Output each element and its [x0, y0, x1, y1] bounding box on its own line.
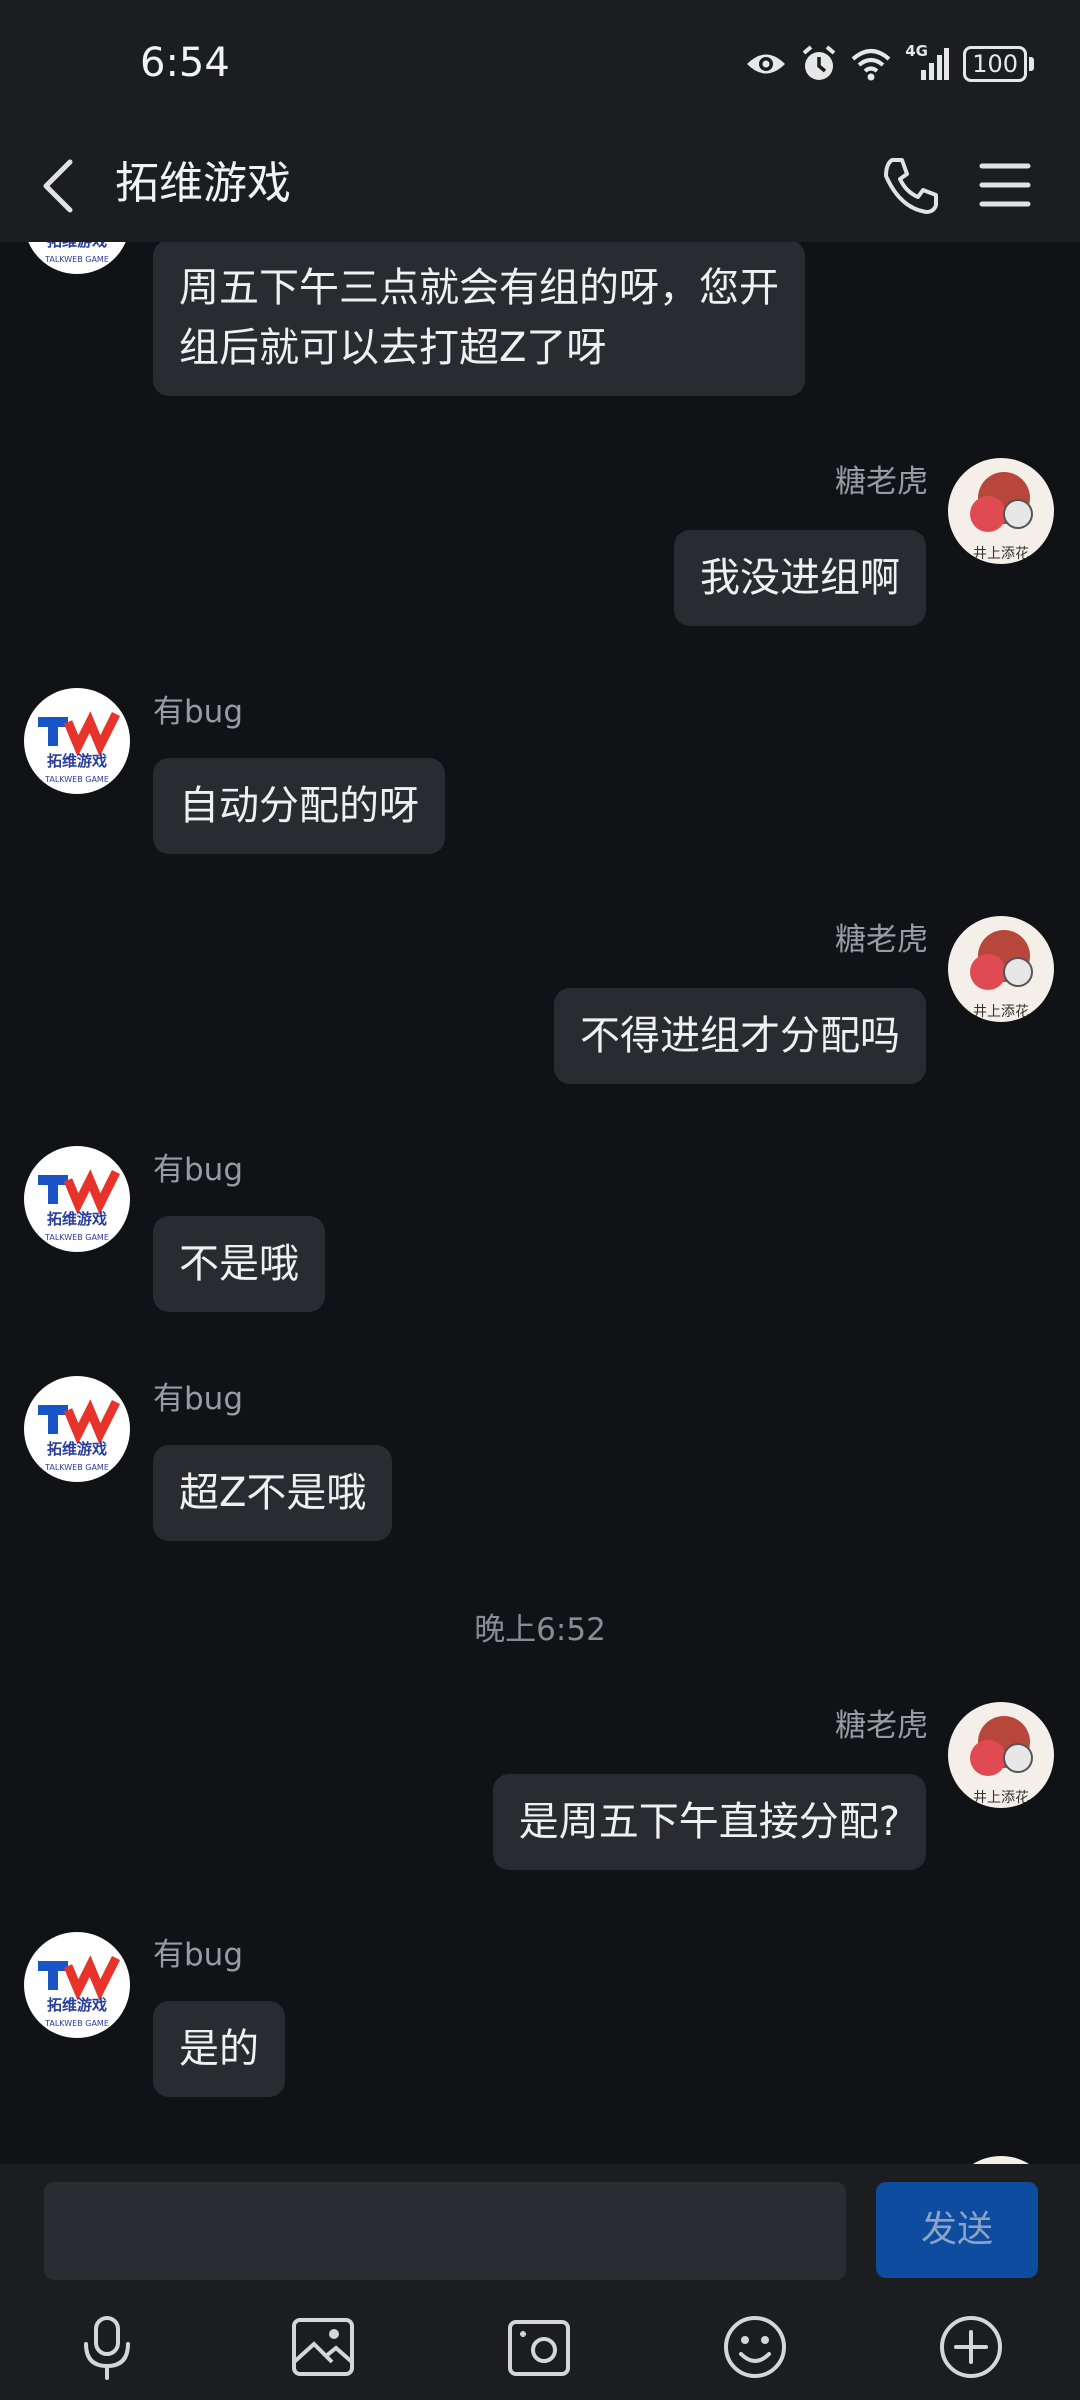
message-bubble[interactable]: 是周五下午直接分配? — [492, 1774, 926, 1870]
avatar-text: 井上添花 — [973, 1004, 1029, 1020]
user-avatar[interactable]: 井上添花 — [948, 458, 1054, 564]
battery-level: 100 — [963, 46, 1027, 82]
sender-name: 糖老虎 — [835, 464, 928, 500]
status-bar: 6:54 4G 100 — [0, 0, 1080, 130]
image-icon[interactable] — [288, 2312, 358, 2382]
message-text: 超Z不是哦 — [179, 1470, 367, 1516]
sender-name: 有bug — [153, 1937, 244, 1973]
contact-avatar[interactable]: 拓维游戏 TALKWEB GAME — [24, 1376, 130, 1482]
logo-subtext: TALKWEB GAME — [44, 1463, 109, 1472]
user-avatar[interactable]: 井上添花 — [948, 1702, 1054, 1808]
sender-name: 有bug — [153, 694, 244, 730]
sender-name: 糖老虎 — [835, 922, 928, 958]
message-text: 周五下午三点就会有组的呀，您开 — [179, 265, 779, 311]
logo-text: 拓维游戏 — [47, 1996, 107, 2014]
signal-icon: 4G — [905, 42, 950, 82]
user-avatar[interactable]: 井上添花 — [948, 916, 1054, 1022]
message-bubble[interactable]: 是的 — [153, 2001, 285, 2097]
message-text: 不是哦 — [179, 1241, 299, 1287]
microphone-icon[interactable] — [72, 2312, 142, 2382]
input-bar: 发送 — [0, 2164, 1080, 2400]
plus-icon[interactable] — [936, 2312, 1006, 2382]
logo-subtext: TALKWEB GAME — [44, 1233, 109, 1242]
contact-avatar[interactable]: 拓维游戏 TALKWEB GAME — [24, 242, 130, 274]
message-text: 组后就可以去打超Z了呀 — [179, 325, 607, 371]
logo-text: 拓维游戏 — [47, 1210, 107, 1228]
message-bubble[interactable]: 不得进组才分配吗 — [554, 988, 926, 1084]
eye-icon — [747, 54, 786, 74]
message-bubble[interactable]: 超Z不是哦 — [153, 1445, 393, 1541]
chat-title: 拓维游戏 — [115, 158, 291, 209]
logo-subtext: TALKWEB GAME — [44, 255, 109, 264]
status-icons: 4G 100 — [745, 42, 1034, 86]
message-text: 是的 — [179, 2026, 259, 2072]
message-text: 自动分配的呀 — [179, 783, 419, 829]
message-input[interactable] — [44, 2182, 846, 2280]
status-time: 6:54 — [140, 40, 230, 86]
battery-icon: 100 — [963, 46, 1034, 82]
sender-name: 有bug — [153, 1152, 244, 1188]
send-button[interactable]: 发送 — [876, 2182, 1038, 2278]
menu-icon[interactable] — [972, 152, 1038, 218]
contact-avatar[interactable]: 拓维游戏 TALKWEB GAME — [24, 688, 130, 794]
message-bubble[interactable]: 不是哦 — [153, 1216, 325, 1312]
back-icon[interactable] — [30, 152, 90, 220]
sender-name: 糖老虎 — [835, 1708, 928, 1744]
logo-text: 拓维游戏 — [47, 242, 107, 250]
message-list[interactable]: 拓维游戏 TALKWEB GAME 周五下午三点就会有组的呀，您开 组后就可以去… — [0, 242, 1080, 2164]
logo-subtext: TALKWEB GAME — [44, 775, 109, 784]
message-text: 是周五下午直接分配? — [518, 1799, 900, 1845]
user-avatar[interactable] — [948, 2156, 1054, 2164]
phone-icon[interactable] — [878, 152, 944, 218]
message-text: 我没进组啊 — [700, 555, 900, 601]
message-bubble[interactable]: 我没进组啊 — [674, 530, 926, 626]
avatar-text: 井上添花 — [973, 1790, 1029, 1806]
avatar-text: 井上添花 — [973, 546, 1029, 562]
chat-header: 拓维游戏 — [0, 130, 1080, 242]
logo-subtext: TALKWEB GAME — [44, 2019, 109, 2028]
timestamp: 晚上6:52 — [474, 1612, 606, 1648]
message-bubble[interactable]: 周五下午三点就会有组的呀，您开 组后就可以去打超Z了呀 — [153, 242, 805, 396]
contact-avatar[interactable]: 拓维游戏 TALKWEB GAME — [24, 1146, 130, 1252]
emoji-icon[interactable] — [720, 2312, 790, 2382]
sender-name: 有bug — [153, 1381, 244, 1417]
logo-text: 拓维游戏 — [47, 1440, 107, 1458]
contact-avatar[interactable]: 拓维游戏 TALKWEB GAME — [24, 1932, 130, 2038]
logo-text: 拓维游戏 — [47, 752, 107, 770]
message-text: 不得进组才分配吗 — [580, 1013, 900, 1059]
message-bubble[interactable]: 自动分配的呀 — [153, 758, 445, 854]
wifi-icon — [851, 49, 891, 81]
alarm-icon — [802, 45, 836, 80]
camera-icon[interactable] — [504, 2312, 574, 2382]
